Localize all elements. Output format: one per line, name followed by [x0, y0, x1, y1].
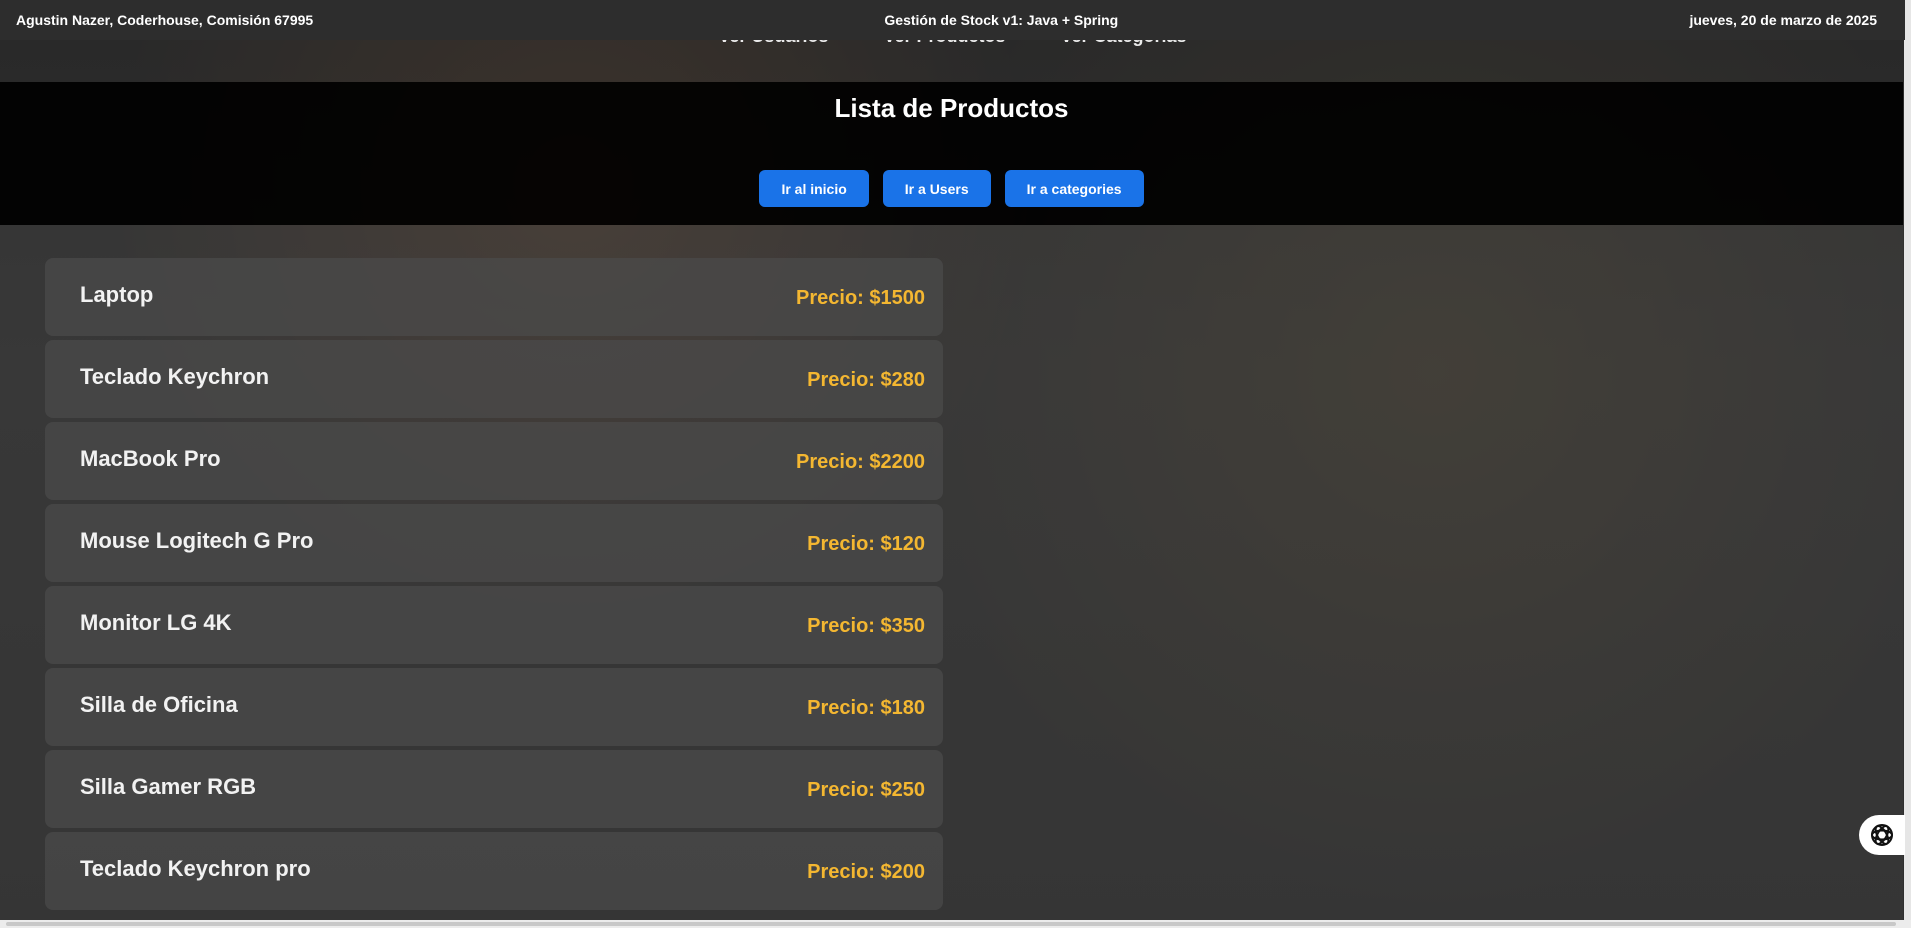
product-card[interactable]: Laptop Precio: $1500: [45, 258, 943, 336]
app-title: Gestión de Stock v1: Java + Spring: [884, 12, 1119, 28]
product-price: Precio: $200: [807, 861, 925, 883]
product-price: Precio: $180: [807, 697, 925, 719]
page-title: Lista de Productos: [834, 93, 1069, 123]
product-card[interactable]: Monitor LG 4K Precio: $350: [45, 586, 943, 664]
top-bar: Agustin Nazer, Coderhouse, Comisión 6799…: [0, 0, 1905, 40]
product-price: Precio: $250: [807, 779, 925, 801]
product-price: Precio: $350: [807, 615, 925, 637]
nav-item-usuarios[interactable]: Ver Usuarios: [718, 40, 828, 68]
product-price: Precio: $280: [807, 369, 925, 391]
product-name: Monitor LG 4K: [80, 610, 232, 635]
date-label: jueves, 20 de marzo de 2025: [1689, 12, 1877, 28]
action-buttons: Ir al inicio Ir a Users Ir a categories: [0, 170, 1903, 207]
product-price: Precio: $2200: [796, 451, 925, 473]
product-card[interactable]: Mouse Logitech G Pro Precio: $120: [45, 504, 943, 582]
product-name: Teclado Keychron: [80, 364, 270, 389]
product-card[interactable]: Teclado Keychron pro Precio: $200: [45, 832, 943, 910]
author-label: Agustin Nazer, Coderhouse, Comisión 6799…: [16, 12, 314, 28]
vertical-scrollbar[interactable]: [1904, 0, 1911, 920]
product-card[interactable]: Silla Gamer RGB Precio: $250: [45, 750, 943, 828]
horizontal-scroll-thumb[interactable]: [6, 922, 1896, 926]
product-name: Silla de Oficina: [80, 692, 238, 717]
openai-icon: [1871, 824, 1893, 846]
product-card[interactable]: MacBook Pro Precio: $2200: [45, 422, 943, 500]
product-price: Precio: $120: [807, 533, 925, 555]
nav-item-productos[interactable]: Ver Productos: [883, 40, 1005, 68]
home-button[interactable]: Ir al inicio: [759, 170, 869, 207]
product-name: MacBook Pro: [80, 446, 221, 471]
product-name: Silla Gamer RGB: [80, 774, 257, 799]
product-card[interactable]: Silla de Oficina Precio: $180: [45, 668, 943, 746]
product-name: Laptop: [80, 282, 154, 307]
categories-button[interactable]: Ir a categories: [1004, 170, 1144, 207]
product-name: Mouse Logitech G Pro: [80, 528, 314, 553]
product-price: Precio: $1500: [796, 287, 925, 309]
users-button[interactable]: Ir a Users: [882, 170, 991, 207]
nav-bar: Ver Usuarios Ver Productos Ver Categoria…: [0, 40, 1905, 82]
assistant-button[interactable]: [1859, 815, 1905, 855]
product-list: Laptop Precio: $1500 Teclado Keychron Pr…: [0, 225, 1903, 920]
horizontal-scrollbar[interactable]: [0, 920, 1911, 928]
nav-item-categorias[interactable]: Ver Categorias: [1061, 40, 1187, 68]
product-card[interactable]: Teclado Keychron Precio: $280: [45, 340, 943, 418]
product-name: Teclado Keychron pro: [80, 856, 311, 881]
